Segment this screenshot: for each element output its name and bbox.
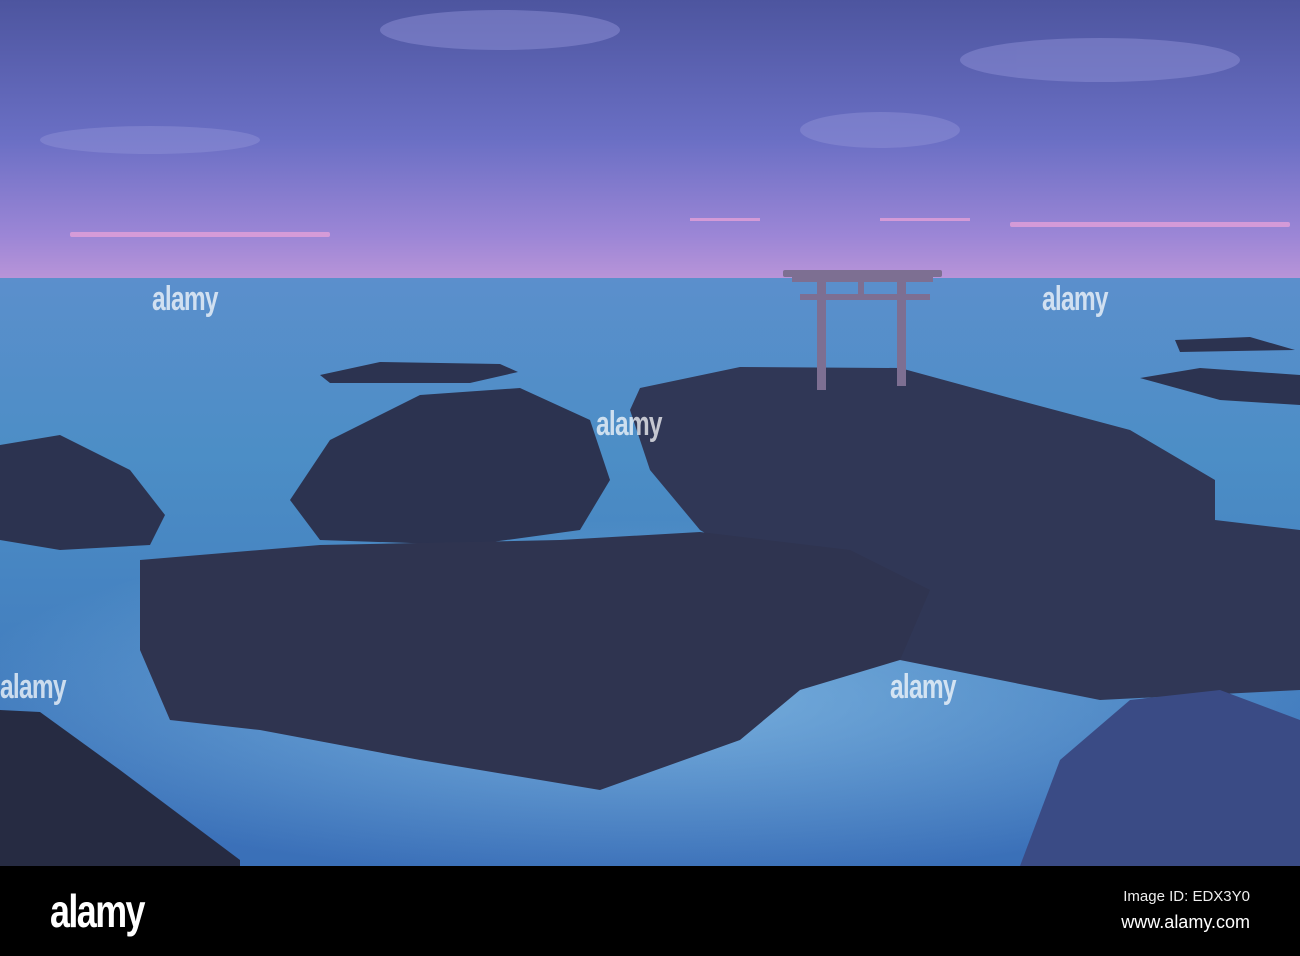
watermark: alamy: [0, 668, 67, 706]
watermark: alamy: [1042, 280, 1109, 318]
alamy-logo: alamy: [50, 885, 146, 937]
site-url: www.alamy.com: [1121, 912, 1250, 932]
watermark: alamy: [152, 280, 219, 318]
footer-bar: alamy Image ID: EDX3Y0 www.alamy.com: [0, 866, 1300, 956]
watermark: alamy: [596, 405, 663, 443]
image-id: Image ID: EDX3Y0: [1123, 888, 1250, 905]
watermark: alamy: [890, 668, 957, 706]
